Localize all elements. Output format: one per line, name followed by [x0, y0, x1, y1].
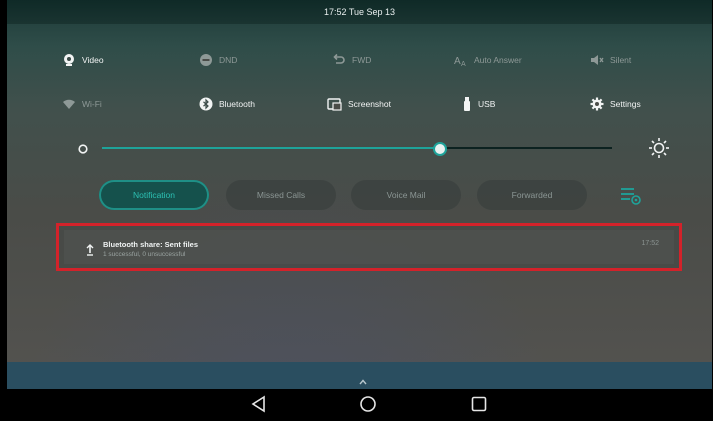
gear-icon	[590, 97, 604, 111]
navigation-bar	[0, 389, 713, 421]
status-time-date: 17:52 Tue Sep 13	[323, 7, 396, 17]
tab-notification[interactable]: Notification	[99, 180, 209, 210]
brightness-low-icon	[77, 142, 89, 160]
svg-text:A: A	[461, 61, 466, 67]
tile-wifi-label: Wi-Fi	[82, 99, 102, 109]
video-icon	[62, 53, 76, 67]
tile-usb[interactable]: USB	[462, 97, 495, 111]
auto-answer-icon: AA	[454, 53, 468, 67]
screenshot-icon	[327, 97, 342, 111]
brightness-high-icon	[649, 137, 669, 164]
tile-silent-label: Silent	[610, 55, 632, 65]
tab-voice-mail[interactable]: Voice Mail	[351, 180, 461, 210]
notification-settings-icon[interactable]	[619, 186, 643, 211]
back-icon	[251, 395, 265, 413]
wifi-icon	[62, 97, 76, 111]
tile-wifi[interactable]: Wi-Fi	[62, 97, 102, 111]
chevron-up-icon	[359, 372, 367, 389]
tab-forwarded[interactable]: Forwarded	[477, 180, 587, 210]
brightness-control	[77, 137, 669, 160]
status-bar: 17:52 Tue Sep 13	[7, 0, 712, 24]
tile-video-label: Video	[82, 55, 104, 65]
recents-button[interactable]	[470, 395, 488, 418]
tile-settings[interactable]: Settings	[590, 97, 641, 111]
forward-icon	[332, 53, 346, 67]
svg-text:A: A	[454, 56, 461, 67]
quick-settings-row-2: Wi-Fi Bluetooth Screenshot USB Settings	[7, 89, 712, 119]
notification-subtitle: 1 successful, 0 unsuccessful	[103, 251, 186, 258]
notification-time: 17:52	[641, 240, 659, 247]
usb-icon	[462, 97, 472, 111]
silent-icon	[590, 53, 604, 67]
notification-tabs: Notification Missed Calls Voice Mail For…	[7, 177, 712, 213]
tile-video[interactable]: Video	[62, 53, 104, 67]
tile-screenshot-label: Screenshot	[348, 99, 391, 109]
home-button[interactable]	[359, 395, 377, 418]
tile-auto-answer-label: Auto Answer	[474, 55, 522, 65]
home-icon	[360, 396, 376, 412]
tile-auto-answer[interactable]: AA Auto Answer	[454, 53, 522, 67]
tile-dnd-label: DND	[219, 55, 238, 65]
tile-usb-label: USB	[478, 99, 496, 109]
tab-missed-calls[interactable]: Missed Calls	[226, 180, 336, 210]
tile-dnd[interactable]: DND	[199, 53, 237, 67]
tile-bluetooth[interactable]: Bluetooth	[199, 97, 255, 111]
brightness-slider[interactable]	[102, 142, 612, 156]
quick-settings-row-1: Video DND FWD AA Auto Answer Silent	[7, 45, 712, 75]
notification-item[interactable]: Bluetooth share: Sent files 1 successful…	[56, 223, 682, 271]
back-button[interactable]	[250, 395, 268, 418]
dnd-icon	[199, 53, 213, 67]
collapse-panel-bar[interactable]	[7, 362, 712, 389]
tile-settings-label: Settings	[610, 99, 641, 109]
notification-title: Bluetooth share: Sent files	[103, 240, 199, 249]
recents-icon	[471, 396, 487, 412]
upload-icon	[86, 243, 94, 261]
brightness-slider-fill	[102, 147, 439, 149]
tile-fwd-label: FWD	[352, 55, 372, 65]
tile-bluetooth-label: Bluetooth	[219, 99, 255, 109]
tile-silent[interactable]: Silent	[590, 53, 631, 67]
tile-fwd[interactable]: FWD	[332, 53, 371, 67]
quick-settings-panel: 17:52 Tue Sep 13 Video DND FWD AA Auto A	[7, 0, 712, 389]
tile-screenshot[interactable]: Screenshot	[327, 97, 391, 111]
bluetooth-icon	[199, 97, 213, 111]
brightness-slider-thumb[interactable]	[432, 142, 447, 156]
